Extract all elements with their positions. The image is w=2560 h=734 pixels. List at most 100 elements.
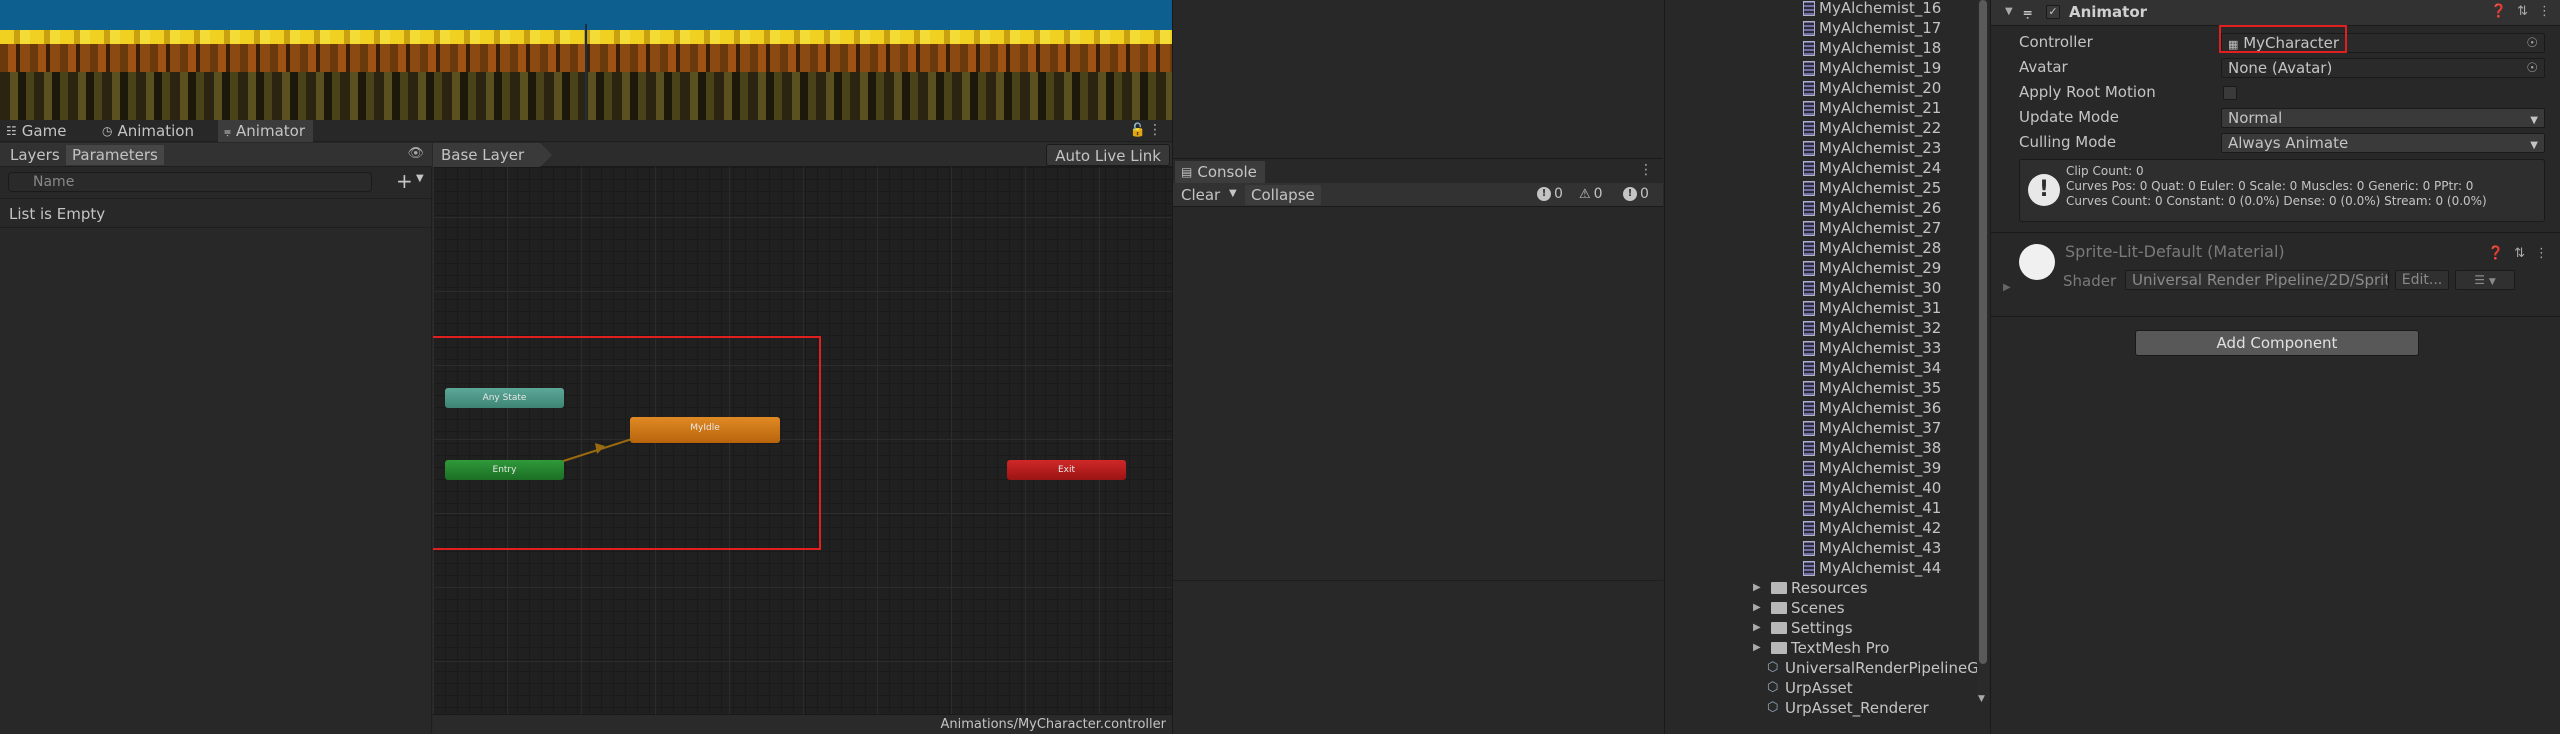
project-item-animation[interactable]: MyAlchemist_25: [1737, 178, 1989, 198]
animation-clip-icon: [1803, 320, 1815, 336]
tab-parameters[interactable]: Parameters: [66, 145, 164, 165]
console-divider: [1173, 580, 1663, 581]
project-item-animation[interactable]: MyAlchemist_38: [1737, 438, 1989, 458]
project-item-folder[interactable]: ▶ Scenes: [1737, 598, 1989, 618]
object-picker-icon[interactable]: ☉: [2526, 35, 2538, 53]
lock-icon[interactable]: 🔓: [1130, 123, 1146, 138]
project-item-animation[interactable]: MyAlchemist_28: [1737, 238, 1989, 258]
animation-clip-icon: [1803, 400, 1815, 416]
project-item-label: MyAlchemist_31: [1819, 299, 1942, 317]
animator-component-header[interactable]: ▼ ⩦ ✓ Animator ❓ ⇅ ⋮: [1991, 0, 2560, 26]
project-item-animation[interactable]: MyAlchemist_27: [1737, 218, 1989, 238]
project-item-folder[interactable]: ▶ Settings: [1737, 618, 1989, 638]
preset-icon[interactable]: ⇅: [2514, 246, 2525, 261]
update-mode-dropdown[interactable]: Normal ▼: [2221, 108, 2545, 128]
add-parameter-icon[interactable]: +: [396, 169, 413, 193]
culling-mode-dropdown[interactable]: Always Animate ▼: [2221, 133, 2545, 153]
more-options-icon[interactable]: ⋮: [1639, 162, 1653, 178]
collapse-button[interactable]: Collapse: [1245, 185, 1321, 205]
clear-button[interactable]: Clear: [1175, 185, 1226, 205]
exit-node[interactable]: Exit: [1007, 460, 1126, 480]
tab-game[interactable]: ☷ Game: [0, 120, 74, 142]
project-item-animation[interactable]: MyAlchemist_39: [1737, 458, 1989, 478]
scrollbar-thumb[interactable]: [1979, 0, 1987, 664]
apply-root-motion-label: Apply Root Motion: [2019, 83, 2156, 101]
project-item-animation[interactable]: MyAlchemist_34: [1737, 358, 1989, 378]
help-icon[interactable]: ❓: [2491, 4, 2507, 19]
project-item-animation[interactable]: MyAlchemist_26: [1737, 198, 1989, 218]
project-item-animation[interactable]: MyAlchemist_19: [1737, 58, 1989, 78]
avatar-field[interactable]: None (Avatar) ☉: [2221, 58, 2545, 78]
fold-arrow-icon[interactable]: ▼: [2005, 6, 2013, 17]
project-item-animation[interactable]: MyAlchemist_36: [1737, 398, 1989, 418]
more-options-icon[interactable]: ⋮: [1148, 122, 1162, 138]
project-item-animation[interactable]: MyAlchemist_32: [1737, 318, 1989, 338]
more-options-icon[interactable]: ⋮: [2535, 246, 2548, 261]
project-item-label: MyAlchemist_35: [1819, 379, 1942, 397]
project-item-animation[interactable]: MyAlchemist_22: [1737, 118, 1989, 138]
error-count-toggle[interactable]: ! 0: [1623, 186, 1649, 202]
expand-arrow-icon[interactable]: ▶: [1753, 638, 1767, 658]
more-options-icon[interactable]: ⋮: [2538, 4, 2551, 19]
eye-icon[interactable]: 👁: [407, 146, 424, 161]
project-item-animation[interactable]: MyAlchemist_21: [1737, 98, 1989, 118]
project-item-label: MyAlchemist_30: [1819, 279, 1942, 297]
tab-layers[interactable]: Layers: [4, 145, 66, 165]
expand-arrow-icon[interactable]: ▶: [1753, 598, 1767, 618]
project-item-animation[interactable]: MyAlchemist_37: [1737, 418, 1989, 438]
project-item-asset[interactable]: ⬡ UrpAsset: [1737, 678, 1989, 698]
project-item-animation[interactable]: MyAlchemist_40: [1737, 478, 1989, 498]
project-item-animation[interactable]: MyAlchemist_43: [1737, 538, 1989, 558]
project-item-animation[interactable]: MyAlchemist_35: [1737, 378, 1989, 398]
project-item-animation[interactable]: MyAlchemist_44: [1737, 558, 1989, 578]
tab-console[interactable]: ▤ Console: [1175, 161, 1265, 183]
shader-dropdown[interactable]: Universal Render Pipeline/2D/Sprite-Lit: [2125, 270, 2389, 290]
highlight-box: [433, 336, 821, 550]
parameter-search-input[interactable]: Name: [8, 172, 372, 192]
fold-arrow-icon[interactable]: ▶: [2003, 282, 2011, 293]
help-icon[interactable]: ❓: [2488, 246, 2504, 261]
animation-clip-icon: [1803, 220, 1815, 236]
apply-root-motion-checkbox[interactable]: [2223, 86, 2237, 100]
animation-clip-icon: [1803, 340, 1815, 356]
project-item-animation[interactable]: MyAlchemist_42: [1737, 518, 1989, 538]
animator-graph[interactable]: Base Layer Auto Live Link Any State Entr…: [433, 143, 1172, 734]
preset-icon[interactable]: ⇅: [2517, 4, 2528, 19]
project-item-animation[interactable]: MyAlchemist_20: [1737, 78, 1989, 98]
empty-list-text: List is Empty: [9, 205, 106, 223]
tab-animation[interactable]: ◷ Animation: [96, 120, 202, 142]
log-count-toggle[interactable]: ! 0: [1537, 186, 1563, 202]
expand-arrow-icon[interactable]: ▶: [1753, 578, 1767, 598]
add-component-button[interactable]: Add Component: [2135, 330, 2419, 356]
clock-icon: ◷: [102, 124, 113, 138]
scroll-down-icon[interactable]: ▼: [1978, 694, 1985, 704]
project-item-label: UniversalRenderPipelineGlobalSett: [1785, 659, 1989, 677]
chevron-down-icon[interactable]: ▼: [1229, 188, 1237, 199]
controller-label: Controller: [2019, 33, 2093, 51]
project-item-label: UrpAsset: [1785, 679, 1853, 697]
shader-options-dropdown[interactable]: ☰ ▼: [2455, 270, 2515, 290]
project-item-label: MyAlchemist_18: [1819, 39, 1942, 57]
component-enabled-checkbox[interactable]: ✓: [2046, 5, 2060, 19]
tab-animator[interactable]: ⩦ Animator: [218, 120, 313, 142]
project-item-animation[interactable]: MyAlchemist_31: [1737, 298, 1989, 318]
project-item-folder[interactable]: ▶ TextMesh Pro: [1737, 638, 1989, 658]
warning-count-toggle[interactable]: ⚠ 0: [1579, 186, 1603, 202]
chevron-down-icon[interactable]: ▼: [416, 173, 424, 184]
project-item-asset[interactable]: ⬡ UniversalRenderPipelineGlobalSett: [1737, 658, 1989, 678]
project-item-animation[interactable]: MyAlchemist_24: [1737, 158, 1989, 178]
expand-arrow-icon[interactable]: ▶: [1753, 618, 1767, 638]
edit-shader-button[interactable]: Edit...: [2395, 270, 2449, 290]
project-item-animation[interactable]: MyAlchemist_17: [1737, 18, 1989, 38]
project-item-animation[interactable]: MyAlchemist_18: [1737, 38, 1989, 58]
project-item-animation[interactable]: MyAlchemist_33: [1737, 338, 1989, 358]
project-item-animation[interactable]: MyAlchemist_29: [1737, 258, 1989, 278]
project-item-asset[interactable]: ⬡ UrpAsset_Renderer: [1737, 698, 1989, 718]
project-item-animation[interactable]: MyAlchemist_16: [1737, 0, 1989, 18]
project-item-animation[interactable]: MyAlchemist_23: [1737, 138, 1989, 158]
project-item-animation[interactable]: MyAlchemist_41: [1737, 498, 1989, 518]
project-item-folder[interactable]: ▶ Resources: [1737, 578, 1989, 598]
object-picker-icon[interactable]: ☉: [2526, 60, 2538, 78]
animation-clip-icon: [1803, 120, 1815, 136]
project-item-animation[interactable]: MyAlchemist_30: [1737, 278, 1989, 298]
